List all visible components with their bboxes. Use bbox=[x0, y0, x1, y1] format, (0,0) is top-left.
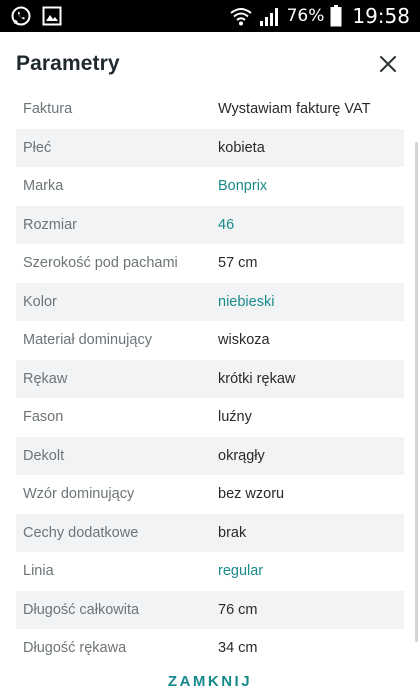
param-label: Linia bbox=[23, 563, 54, 580]
param-value-link-color[interactable]: niebieski bbox=[218, 294, 274, 310]
param-row-fason: Fason luźny bbox=[16, 398, 404, 437]
whatsapp-icon bbox=[10, 5, 32, 27]
param-value: luźny bbox=[218, 409, 252, 426]
param-value: krótki rękaw bbox=[218, 370, 296, 387]
wifi-icon bbox=[229, 6, 253, 26]
param-label: Długość całkowita bbox=[23, 601, 140, 618]
param-value: Wystawiam fakturę VAT bbox=[218, 101, 371, 118]
param-row-dlugosc-calkowita: Długość całkowita 76 cm bbox=[16, 590, 404, 629]
param-value: kobieta bbox=[218, 139, 265, 156]
signal-icon bbox=[259, 6, 281, 26]
param-value: bez wzoru bbox=[218, 486, 285, 503]
param-label: Płeć bbox=[23, 139, 52, 156]
param-value: brak bbox=[218, 524, 247, 541]
battery-icon bbox=[330, 5, 342, 27]
param-value: 57 cm bbox=[218, 255, 258, 272]
param-row-rozmiar: Rozmiar 46 bbox=[16, 205, 404, 244]
param-label: Materiał dominujący bbox=[23, 332, 152, 349]
param-label: Kolor bbox=[23, 293, 57, 310]
param-row-kolor: Kolor niebieski bbox=[16, 282, 404, 321]
battery-percent: 76% bbox=[286, 6, 325, 26]
param-row-cechy: Cechy dodatkowe brak bbox=[16, 513, 404, 552]
params-list[interactable]: Faktura Wystawiam fakturę VAT Płeć kobie… bbox=[16, 90, 404, 662]
scrollbar[interactable] bbox=[415, 142, 418, 642]
status-bar-system: 76% 19:58 bbox=[229, 4, 410, 28]
param-label: Faktura bbox=[23, 101, 73, 118]
param-label: Długość rękawa bbox=[23, 640, 127, 657]
param-row-material: Materiał dominujący wiskoza bbox=[16, 321, 404, 360]
param-row-linia: Linia regular bbox=[16, 552, 404, 591]
param-label: Rozmiar bbox=[23, 216, 77, 233]
param-value: wiskoza bbox=[218, 332, 270, 349]
param-label: Dekolt bbox=[23, 447, 65, 464]
param-row-wzor: Wzór dominujący bez wzoru bbox=[16, 475, 404, 514]
param-value: 76 cm bbox=[218, 601, 258, 618]
param-row-rekaw: Rękaw krótki rękaw bbox=[16, 359, 404, 398]
param-label: Rękaw bbox=[23, 370, 68, 387]
status-bar: 76% 19:58 bbox=[0, 0, 420, 32]
dialog-title: Parametry bbox=[16, 52, 120, 75]
status-bar-notifications bbox=[10, 5, 62, 27]
param-value: 34 cm bbox=[218, 640, 258, 657]
param-row-dlugosc-rekawa: Długość rękawa 34 cm bbox=[16, 629, 404, 662]
param-label: Szerokość pod pachami bbox=[23, 255, 178, 272]
param-row-dekolt: Dekolt okrągły bbox=[16, 436, 404, 475]
param-row-marka: Marka Bonprix bbox=[16, 167, 404, 206]
param-row-plec: Płeć kobieta bbox=[16, 128, 404, 167]
gallery-icon bbox=[42, 6, 62, 26]
param-value-link-size[interactable]: 46 bbox=[218, 217, 234, 233]
param-label: Fason bbox=[23, 409, 64, 426]
close-icon bbox=[380, 56, 396, 72]
param-value-link-line[interactable]: regular bbox=[218, 563, 263, 579]
param-label: Marka bbox=[23, 178, 64, 195]
dialog-header: Parametry bbox=[0, 32, 420, 96]
param-value-link-bonprix[interactable]: Bonprix bbox=[218, 178, 267, 194]
close-button[interactable] bbox=[372, 48, 404, 80]
param-row-szerokosc: Szerokość pod pachami 57 cm bbox=[16, 244, 404, 283]
param-label: Wzór dominujący bbox=[23, 486, 135, 503]
param-value: okrągły bbox=[218, 447, 265, 464]
param-row-faktura: Faktura Wystawiam fakturę VAT bbox=[16, 90, 404, 129]
close-footer-button[interactable]: ZAMKNIJ bbox=[168, 673, 252, 690]
dialog-footer: ZAMKNIJ bbox=[0, 662, 420, 700]
param-label: Cechy dodatkowe bbox=[23, 524, 139, 541]
clock: 19:58 bbox=[352, 4, 410, 28]
